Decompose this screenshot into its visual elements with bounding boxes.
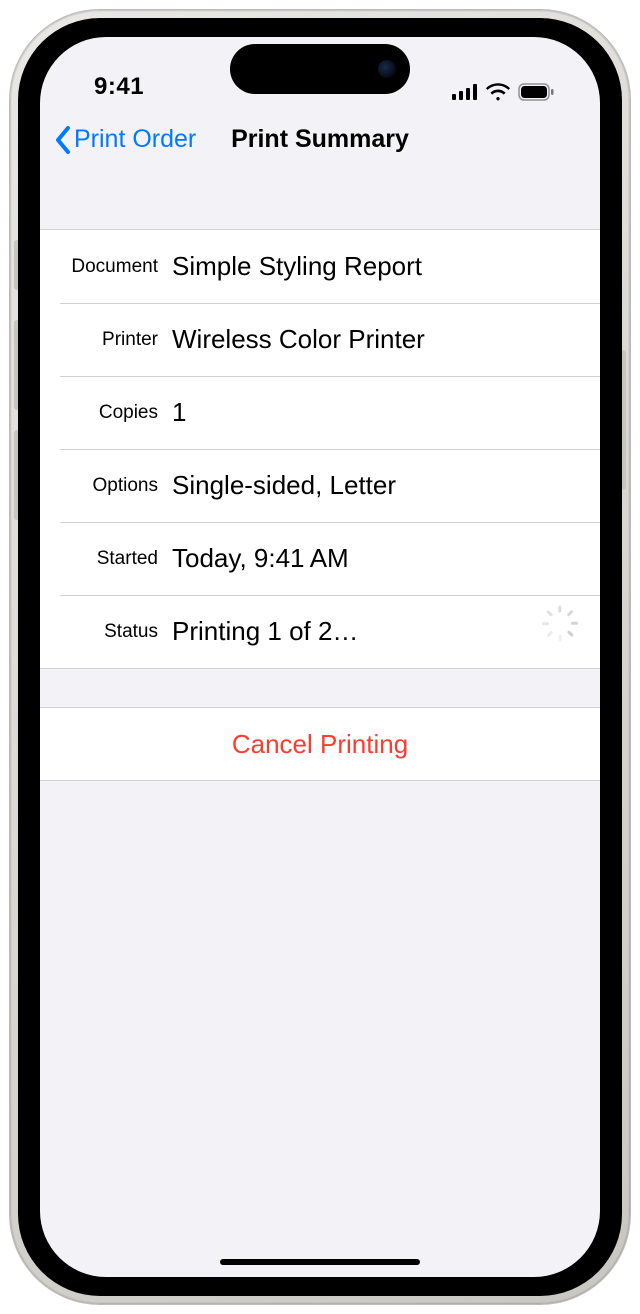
row-value: Wireless Color Printer — [172, 324, 580, 355]
spinner-slot — [540, 620, 580, 644]
section-spacer — [40, 173, 600, 229]
status-icons — [452, 83, 560, 101]
content-scroll[interactable]: DocumentSimple Styling ReportPrinterWire… — [40, 173, 600, 1277]
device-bezel: 9:41 — [18, 18, 622, 1296]
summary-row: DocumentSimple Styling Report — [40, 230, 600, 303]
wifi-icon — [486, 83, 510, 101]
home-indicator[interactable] — [220, 1259, 420, 1265]
summary-row: StartedToday, 9:41 AM — [40, 522, 600, 595]
row-label: Started — [40, 548, 172, 570]
row-value: Single-sided, Letter — [172, 470, 580, 501]
row-label: Status — [40, 621, 172, 643]
device-frame: 9:41 — [10, 10, 630, 1304]
row-value: Printing 1 of 2… — [172, 616, 540, 647]
row-value: Today, 9:41 AM — [172, 543, 580, 574]
summary-row: StatusPrinting 1 of 2… — [40, 595, 600, 668]
cancel-printing-button[interactable]: Cancel Printing — [40, 708, 600, 780]
back-label: Print Order — [74, 125, 196, 154]
dynamic-island — [230, 44, 410, 94]
nav-bar: Print Order Print Summary — [40, 107, 600, 173]
battery-icon — [518, 83, 554, 101]
back-button[interactable]: Print Order — [40, 125, 196, 155]
cellular-icon — [452, 84, 478, 100]
chevron-left-icon — [54, 125, 72, 155]
summary-row: Copies1 — [40, 376, 600, 449]
row-label: Copies — [40, 402, 172, 424]
row-label: Options — [40, 475, 172, 497]
row-value: 1 — [172, 397, 580, 428]
actions-group: Cancel Printing — [40, 707, 600, 781]
row-label: Document — [40, 256, 172, 278]
summary-row: PrinterWireless Color Printer — [40, 303, 600, 376]
activity-spinner-icon — [548, 620, 572, 644]
row-value: Simple Styling Report — [172, 251, 580, 282]
summary-group: DocumentSimple Styling ReportPrinterWire… — [40, 229, 600, 669]
status-time: 9:41 — [80, 73, 144, 101]
screen: 9:41 — [40, 37, 600, 1277]
summary-row: OptionsSingle-sided, Letter — [40, 449, 600, 522]
row-label: Printer — [40, 329, 172, 351]
